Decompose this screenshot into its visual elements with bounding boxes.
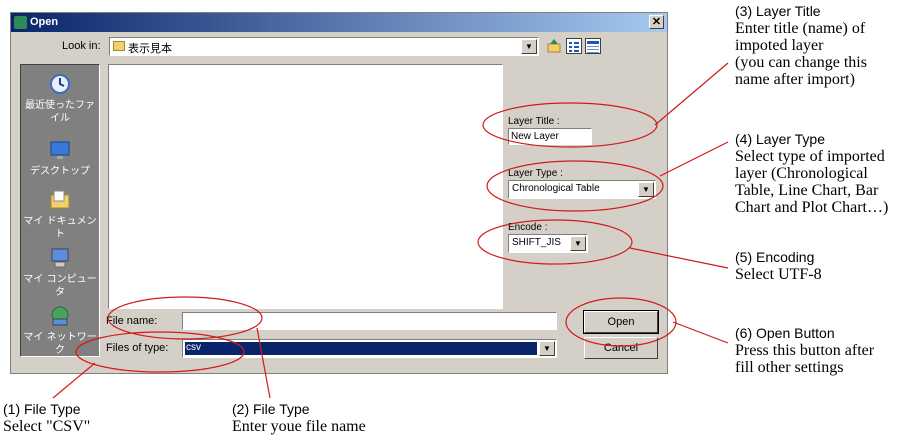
note-open-button-line: fill other settings — [735, 359, 844, 376]
note-file-name: (2) File Type Enter youe file name — [232, 400, 366, 435]
note-layer-title-line: (you can change this — [735, 54, 867, 71]
note-layer-title-line: Enter title (name) of — [735, 20, 866, 37]
note-open-button-line: Press this button after — [735, 342, 875, 359]
layer-title-leader — [654, 62, 729, 126]
note-layer-type-heading: (4) Layer Type — [735, 131, 826, 147]
note-layer-type-line: layer (Chronological — [735, 165, 868, 182]
open-button-leader — [672, 321, 729, 344]
note-open-button-heading: (6) Open Button — [735, 325, 835, 341]
note-encoding-heading: (5) Encoding — [735, 249, 815, 265]
note-layer-title-line: impoted layer — [735, 37, 824, 54]
layer-type-leader — [659, 141, 729, 177]
note-layer-title-line: name after import) — [735, 71, 855, 88]
layer-title-ellipse — [482, 102, 658, 148]
note-encoding-line: Select UTF-8 — [735, 266, 822, 283]
note-file-name-heading: (2) File Type — [232, 401, 310, 417]
note-layer-title-heading: (3) Layer Title — [735, 3, 821, 19]
file-type-leader — [52, 362, 96, 399]
encode-ellipse — [477, 219, 633, 265]
note-layer-type-line: Table, Line Chart, Bar — [735, 182, 879, 199]
note-file-name-line: Enter youe file name — [232, 418, 366, 435]
note-layer-type: (4) Layer Type Select type of imported l… — [735, 130, 888, 216]
note-layer-title: (3) Layer Title Enter title (name) of im… — [735, 2, 867, 88]
open-button-ellipse — [565, 297, 677, 347]
encode-leader — [629, 247, 729, 269]
note-layer-type-line: Select type of imported — [735, 148, 885, 165]
note-file-type-line: Select "CSV" — [3, 418, 91, 435]
note-open-button: (6) Open Button Press this button after … — [735, 324, 874, 376]
note-layer-type-line: Chart and Plot Chart…) — [735, 199, 889, 216]
file-name-leader — [256, 327, 271, 399]
layer-type-ellipse — [486, 160, 664, 212]
note-file-type: (1) File Type Select "CSV" — [3, 400, 90, 435]
note-file-type-heading: (1) File Type — [3, 401, 81, 417]
note-encoding: (5) Encoding Select UTF-8 — [735, 248, 822, 283]
